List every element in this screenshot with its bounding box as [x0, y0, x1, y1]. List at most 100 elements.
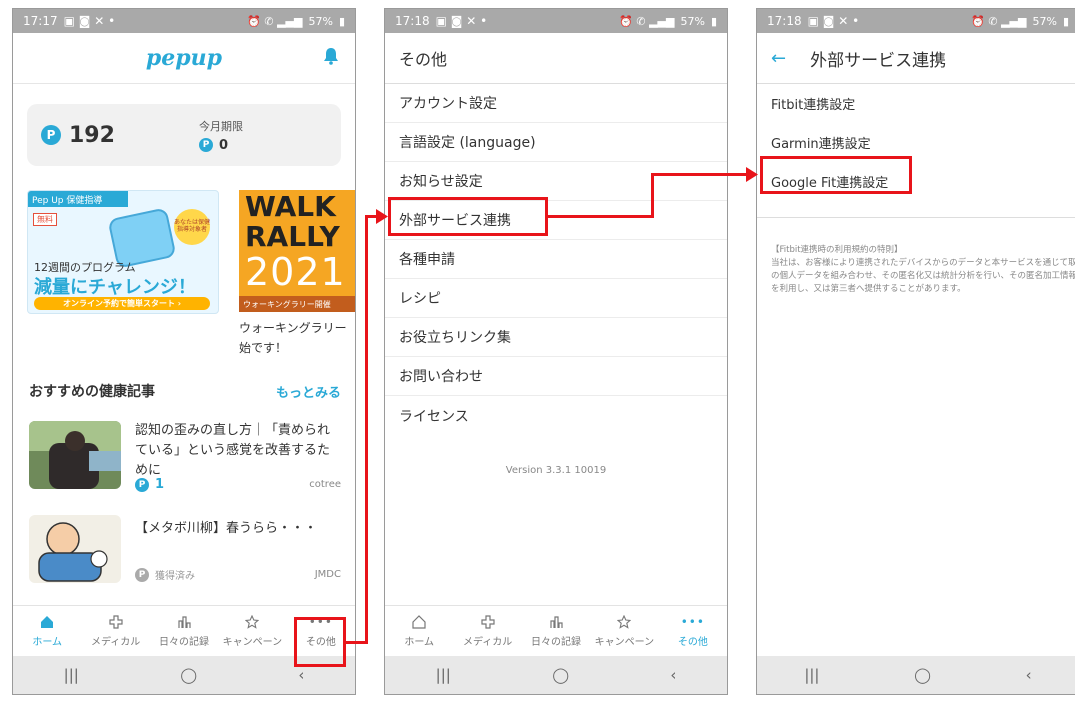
tab-label: 日々の記録 [159, 636, 210, 648]
pepup-logo: pepup [145, 45, 223, 71]
article-source: JMDC [314, 569, 341, 580]
point-icon: P [199, 138, 213, 152]
section-header: おすすめの健康記事 もっとみる [29, 381, 341, 401]
star-icon [245, 614, 260, 629]
point-icon: P [135, 567, 149, 582]
connector-line [365, 215, 368, 644]
article-item[interactable]: 認知の歪みの直し方｜「責められている」という感覚を改善するために P1 cotr… [29, 421, 341, 501]
tab-medical[interactable]: メディカル [81, 606, 149, 656]
bell-icon[interactable] [323, 47, 339, 69]
terms-notice: 【Fitbit連携時の利用規約の特則】 当社は、お客様により連携されたデバイスか… [757, 217, 1075, 296]
highlight-external-services [388, 197, 548, 236]
tab-label: ホーム [404, 636, 435, 648]
article-thumbnail [29, 421, 121, 489]
back-arrow-icon[interactable]: ← [771, 48, 786, 69]
status-bar: 17:18 ▣ ◙ ✕ • ⏰ ✆ ▂▄▆ 57% ▮ [385, 9, 727, 33]
page-title: 外部サービス連携 [810, 50, 947, 71]
point-icon: P [41, 125, 61, 145]
recent-apps-button[interactable]: ||| [436, 666, 451, 684]
banner-carousel[interactable]: Pep Up 保健指導 無料 あなたは保健指導対象者 12週間のプログラム 減量… [13, 190, 355, 380]
article-meta: P 獲得済み JMDC [135, 567, 341, 582]
article-source: cotree [309, 479, 341, 490]
star-icon [617, 614, 632, 629]
home-button[interactable]: ◯ [180, 666, 197, 684]
menu-recipes[interactable]: レシピ [385, 279, 727, 318]
home-screen: 17:17 ▣ ◙ ✕ • ⏰ ✆ ▂▄▆ 57% ▮ pepup P 192 今月期… [12, 8, 356, 695]
point-icon: P [135, 477, 149, 492]
app-header: pepup [13, 33, 355, 84]
section-title: おすすめの健康記事 [29, 384, 155, 400]
connector-line [651, 173, 654, 218]
back-button[interactable]: ‹ [670, 666, 676, 684]
signal-icon: ⏰ ✆ ▂▄▆ [971, 14, 1027, 28]
fitbit-settings-item[interactable]: Fitbit連携設定 [757, 84, 1075, 123]
tab-label: その他 [677, 636, 708, 648]
banner-caption: ウォーキングラリー始です！ [239, 321, 347, 355]
diet-program-banner[interactable]: Pep Up 保健指導 無料 あなたは保健指導対象者 12週間のプログラム 減量… [27, 190, 219, 314]
connector-line [651, 173, 749, 176]
home-icon [41, 615, 54, 628]
menu-license[interactable]: ライセンス [385, 396, 727, 435]
menu-notification-settings[interactable]: お知らせ設定 [385, 162, 727, 201]
menu-applications[interactable]: 各種申請 [385, 240, 727, 279]
menu-account-settings[interactable]: アカウント設定 [385, 84, 727, 123]
tab-home[interactable]: ホーム [13, 606, 81, 656]
notification-icons: ▣ ◙ ✕ • [807, 14, 860, 28]
tab-home[interactable]: ホーム [385, 606, 453, 656]
menu-useful-links[interactable]: お役立ちリンク集 [385, 318, 727, 357]
monthly-expiring: 今月期限 P0 [199, 118, 243, 153]
terms-title: 【Fitbit連携時の利用規約の特則】 [771, 245, 903, 255]
points-value: 192 [69, 122, 115, 148]
banner-brand: Pep Up 保健指導 [28, 191, 128, 207]
status-bar: 17:18 ▣ ◙ ✕ • ⏰ ✆ ▂▄▆ 57% ▮ [757, 9, 1075, 33]
notification-icons: ▣ ◙ ✕ • [63, 14, 116, 28]
connector-line [548, 215, 654, 218]
tab-label: キャンペーン [594, 636, 655, 648]
tab-daily-record[interactable]: 日々の記録 [522, 606, 590, 656]
month-label: 今月期限 [199, 119, 243, 133]
tab-label: メディカル [462, 636, 513, 648]
medical-cross-icon [109, 614, 123, 629]
bottom-tab-bar: ホーム メディカル 日々の記録 キャンペーン ••• その他 [385, 605, 727, 656]
tab-campaign[interactable]: キャンペーン [590, 606, 658, 656]
article-points: 1 [155, 477, 165, 492]
article-meta: P1 cotree [135, 477, 341, 492]
recent-apps-button[interactable]: ||| [804, 666, 819, 684]
free-badge: 無料 [33, 213, 57, 226]
battery-level: 57% [680, 14, 705, 28]
highlight-google-fit [760, 156, 912, 194]
tab-other[interactable]: ••• その他 [659, 606, 727, 656]
medical-cross-icon [481, 614, 495, 629]
tab-campaign[interactable]: キャンペーン [218, 606, 286, 656]
tab-label: キャンペーン [222, 636, 283, 648]
home-button[interactable]: ◯ [552, 666, 569, 684]
external-services-screen: 17:18 ▣ ◙ ✕ • ⏰ ✆ ▂▄▆ 57% ▮ ← 外部サービス連携 Fitb… [756, 8, 1075, 695]
battery-level: 57% [308, 14, 333, 28]
article-title: 【メタボ川柳】春うらら・・・ [135, 521, 318, 536]
page-title: その他 [385, 33, 727, 84]
tab-label: メディカル [90, 636, 141, 648]
status-bar: 17:17 ▣ ◙ ✕ • ⏰ ✆ ▂▄▆ 57% ▮ [13, 9, 355, 33]
article-item[interactable]: 【メタボ川柳】春うらら・・・ P 獲得済み JMDC [29, 515, 341, 595]
month-points: 0 [219, 137, 229, 153]
signal-icon: ⏰ ✆ ▂▄▆ [619, 14, 675, 28]
walk-rally-banner[interactable]: WALK RALLY 2021 ウォーキングラリー開催 [239, 190, 355, 312]
bar-chart-icon [550, 615, 563, 628]
home-button[interactable]: ◯ [914, 666, 931, 684]
menu-contact[interactable]: お問い合わせ [385, 357, 727, 396]
more-link[interactable]: もっとみる [276, 382, 341, 401]
battery-icon: ▮ [710, 14, 717, 28]
back-button[interactable]: ‹ [1026, 666, 1032, 684]
tab-daily-record[interactable]: 日々の記録 [150, 606, 218, 656]
android-nav-bar: ||| ◯ ‹ [757, 656, 1075, 694]
walk-text: WALK RALLY [245, 190, 340, 253]
recent-apps-button[interactable]: ||| [64, 666, 79, 684]
home-icon [412, 614, 426, 629]
points-card[interactable]: P 192 今月期限 P0 [27, 104, 341, 166]
back-button[interactable]: ‹ [298, 666, 304, 684]
menu-language-settings[interactable]: 言語設定 (language) [385, 123, 727, 162]
tab-medical[interactable]: メディカル [453, 606, 521, 656]
android-nav-bar: ||| ◯ ‹ [385, 656, 727, 694]
other-screen: 17:18 ▣ ◙ ✕ • ⏰ ✆ ▂▄▆ 57% ▮ その他 アカウント設定 言語設… [384, 8, 728, 695]
status-time: 17:17 [23, 14, 58, 28]
